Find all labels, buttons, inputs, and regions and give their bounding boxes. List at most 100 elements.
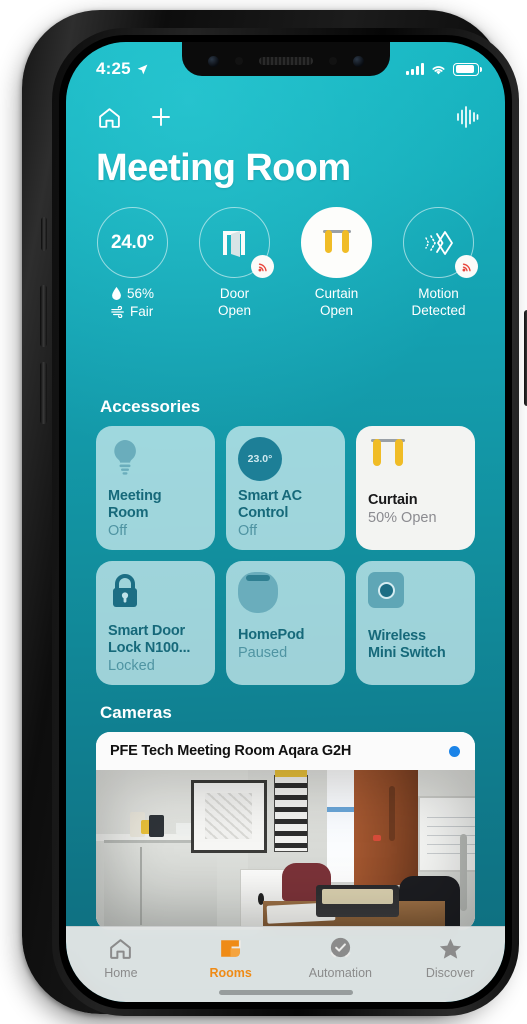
- accessory-card-curtain[interactable]: Curtain 50% Open: [356, 426, 475, 550]
- phone-screen: 4:25 Meeting Room 24.0° 56% Fair Door Op…: [66, 42, 505, 1002]
- accessories-grid: Meeting Room Off 23.0° Smart AC Control …: [96, 426, 475, 685]
- star-icon: [439, 938, 461, 959]
- wifi-icon: [432, 65, 445, 74]
- sensor-motion[interactable]: Motion Detected: [390, 207, 487, 321]
- water-drop-icon: [112, 287, 121, 300]
- cameras-section-title: Cameras: [100, 703, 172, 722]
- accessory-card-homepod[interactable]: HomePod Paused: [226, 561, 345, 685]
- accessory-name-line1: Curtain: [368, 492, 418, 508]
- accessory-name-line2: Lock N100...: [108, 640, 191, 656]
- accessory-name-line1: HomePod: [238, 627, 305, 643]
- accessory-text: Smart AC Control Off: [238, 488, 333, 540]
- tab-home[interactable]: Home: [66, 936, 176, 980]
- accessory-card-smart-door-lock[interactable]: Smart Door Lock N100... Locked: [96, 561, 215, 685]
- accessory-icon-wrap: [108, 572, 203, 622]
- curtain-icon: [371, 439, 405, 466]
- sensor-curtain[interactable]: Curtain Open: [288, 207, 385, 321]
- accessory-icon-wrap: [108, 437, 203, 487]
- accessory-card-smart-ac-control[interactable]: 23.0° Smart AC Control Off: [226, 426, 345, 550]
- accessory-name-line2: Room: [108, 505, 149, 521]
- tab-automation[interactable]: Automation: [286, 936, 396, 980]
- motion-signal-badge: [455, 255, 478, 278]
- rooms-icon: [221, 940, 241, 957]
- plus-icon[interactable]: [149, 105, 173, 129]
- temperature-value: 24.0°: [110, 231, 155, 253]
- door-label-line2: Open: [217, 303, 252, 318]
- camera-vignette: [96, 770, 475, 930]
- motion-label: Motion Detected: [411, 285, 465, 319]
- curtain-ring: [301, 207, 372, 278]
- accessory-name-line1: Smart AC: [238, 488, 302, 504]
- door-ring: [199, 207, 274, 278]
- automation-clock-icon: [330, 937, 351, 958]
- front-camera-icon: [207, 55, 219, 67]
- content-scroll-area[interactable]: Accessories Meeting Room Off 23.0° Smart…: [96, 397, 475, 930]
- accessory-name-line1: Wireless: [368, 628, 426, 644]
- camera-live-view[interactable]: [96, 770, 475, 930]
- curtain-icon: [322, 229, 351, 253]
- camera-card-header: PFE Tech Meeting Room Aqara G2H: [96, 732, 475, 770]
- accessory-card-meeting-room-light[interactable]: Meeting Room Off: [96, 426, 215, 550]
- signal-waves-icon: [258, 263, 267, 271]
- accessory-name-line1: Meeting: [108, 488, 162, 504]
- tab-label: Rooms: [209, 966, 252, 980]
- tab-label: Discover: [425, 966, 475, 980]
- thermostat-icon: 23.0°: [238, 437, 282, 481]
- sensor-climate[interactable]: 24.0° 56% Fair: [84, 207, 181, 321]
- air-quality-icon: [111, 306, 124, 318]
- ambient-light-sensor-icon: [328, 57, 337, 65]
- voice-waveform-icon[interactable]: [455, 104, 479, 130]
- app-nav-bar: [66, 94, 505, 140]
- accessory-status: 50% Open: [368, 510, 437, 526]
- status-bar-time: 4:25: [96, 59, 131, 78]
- mini-switch-icon: [368, 572, 404, 608]
- mute-switch[interactable]: [41, 217, 47, 251]
- accessory-text: HomePod Paused: [238, 627, 333, 662]
- status-bar-right: [406, 62, 482, 76]
- tab-discover[interactable]: Discover: [395, 936, 505, 980]
- accessory-status: Locked: [108, 658, 155, 674]
- cameras-section: Cameras PFE Tech Meeting Room Aqara G2H: [96, 703, 475, 930]
- camera-title: PFE Tech Meeting Room Aqara G2H: [110, 743, 352, 759]
- door-signal-badge: [251, 255, 274, 278]
- volume-down-button[interactable]: [40, 362, 47, 424]
- curtain-label: Curtain Open: [315, 285, 359, 319]
- home-icon[interactable]: [96, 105, 123, 130]
- accessory-name-line2: Mini Switch: [368, 645, 446, 661]
- accessory-name-line1: Smart Door: [108, 623, 185, 639]
- volume-up-button[interactable]: [40, 285, 47, 347]
- door-label-line1: Door: [219, 286, 250, 301]
- motion-label-line1: Motion: [418, 286, 459, 301]
- accessories-section-title: Accessories: [100, 397, 201, 416]
- accessory-card-wireless-mini-switch[interactable]: Wireless Mini Switch: [356, 561, 475, 685]
- humidity-row: 56%: [111, 285, 154, 303]
- battery-icon: [453, 62, 482, 76]
- accessory-text: Meeting Room Off: [108, 488, 203, 540]
- home-icon: [110, 939, 132, 959]
- motion-label-line2: Detected: [411, 303, 466, 318]
- tab-rooms[interactable]: Rooms: [176, 936, 286, 980]
- lightbulb-icon: [114, 440, 136, 475]
- earpiece-speaker: [258, 57, 313, 65]
- camera-card[interactable]: PFE Tech Meeting Room Aqara G2H: [96, 732, 475, 930]
- accessory-status: Off: [238, 523, 258, 539]
- accessory-icon-wrap: [238, 572, 333, 622]
- bottom-tab-bar: Home Rooms Automation Discover: [66, 926, 505, 1002]
- home-indicator[interactable]: [218, 990, 353, 995]
- truedepth-camera-icon: [352, 55, 364, 67]
- curtain-label-line2: Open: [319, 303, 354, 318]
- lock-icon: [113, 574, 137, 607]
- humidity-value: 56%: [126, 286, 155, 301]
- climate-details: 56% Fair: [111, 285, 154, 321]
- ac-setpoint-value: 23.0°: [247, 453, 273, 465]
- air-quality-row: Fair: [111, 303, 154, 321]
- accessory-text: Curtain 50% Open: [368, 492, 463, 527]
- signal-waves-icon: [462, 263, 471, 271]
- climate-ring: 24.0°: [97, 207, 168, 278]
- accessory-status: Off: [108, 523, 128, 539]
- accessory-name-line2: Control: [238, 505, 289, 521]
- page-title: Meeting Room: [96, 147, 351, 189]
- sensor-summary-row: 24.0° 56% Fair Door Open Curtain Open Mo…: [66, 207, 505, 321]
- tab-label: Home: [104, 966, 138, 980]
- sensor-door[interactable]: Door Open: [186, 207, 283, 321]
